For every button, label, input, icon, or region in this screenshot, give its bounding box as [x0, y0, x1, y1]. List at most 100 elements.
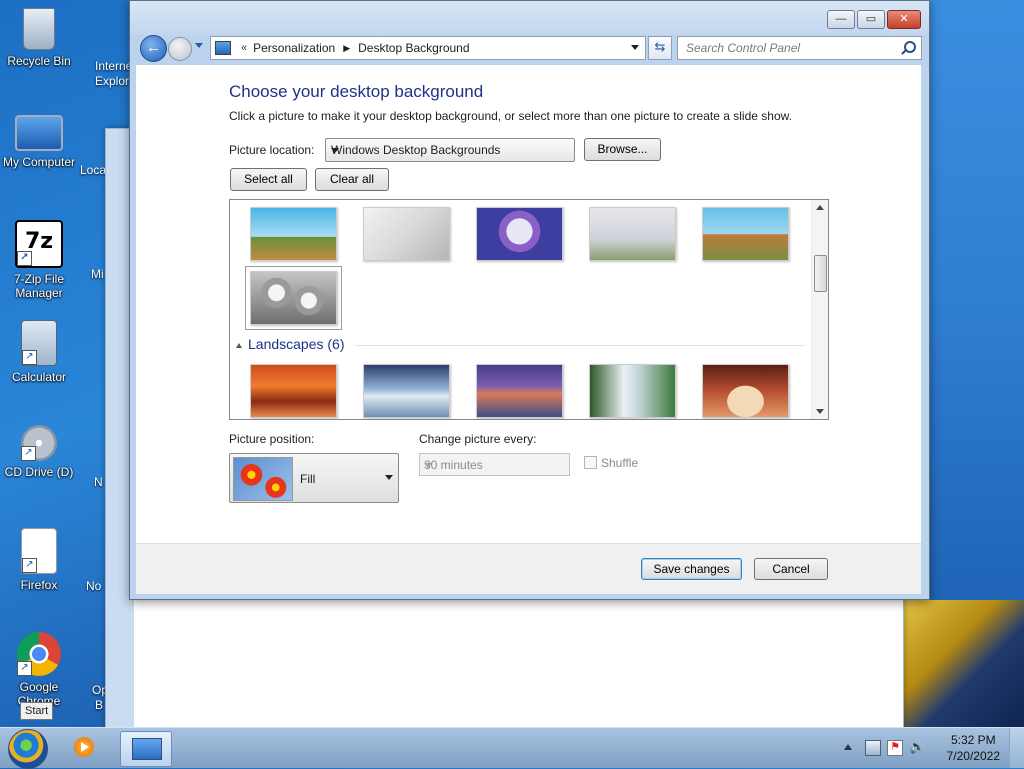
wallpaper-thumbnail[interactable]: [363, 364, 450, 418]
navigation-bar: ← « Personalization ▶ Desktop Background…: [138, 35, 922, 62]
action-center-icon[interactable]: ⚑: [887, 740, 903, 756]
save-changes-button[interactable]: Save changes: [641, 558, 742, 580]
system-tray: ⚑ 🔊 5:32 PM 7/20/2022: [839, 728, 1024, 768]
shortcut-arrow-icon: ↗: [22, 558, 37, 573]
position-preview-image: [233, 457, 293, 501]
group-header-landscapes[interactable]: Landscapes (6): [236, 336, 345, 352]
browse-button[interactable]: Browse...: [584, 138, 661, 161]
volume-icon[interactable]: 🔊: [909, 740, 925, 754]
firefox-icon: ↗: [21, 528, 57, 574]
taskbar-control-panel[interactable]: [120, 731, 172, 767]
system-clock[interactable]: 5:32 PM 7/20/2022: [947, 732, 1000, 764]
wallpaper-thumbnail[interactable]: [476, 364, 563, 418]
breadcrumb-overflow[interactable]: «: [241, 42, 247, 54]
desktop-icon-calculator[interactable]: ↗ Calculator: [0, 320, 78, 384]
search-icon[interactable]: [904, 41, 916, 53]
picture-position-select[interactable]: Fill: [229, 453, 399, 503]
network-icon[interactable]: [865, 740, 881, 756]
desktop-icon-chrome[interactable]: ↗ Google Chrome: [0, 632, 78, 708]
search-placeholder: Search Control Panel: [686, 41, 801, 55]
wallpaper-thumbnail[interactable]: [702, 364, 789, 418]
desktop-icon-partial[interactable]: Loca: [80, 163, 106, 177]
scroll-down-icon[interactable]: [816, 409, 824, 414]
shortcut-arrow-icon: ↗: [22, 350, 37, 365]
clock-date: 7/20/2022: [946, 749, 1000, 763]
gallery-scrollbar[interactable]: [811, 200, 828, 419]
computer-icon: [15, 115, 63, 151]
shuffle-checkbox[interactable]: Shuffle: [584, 456, 638, 470]
show-hidden-icons-icon[interactable]: [844, 744, 852, 750]
desktop-wallpaper-right: [929, 0, 1024, 600]
chevron-down-icon: [331, 148, 339, 153]
breadcrumb-desktop-background[interactable]: Desktop Background: [358, 41, 469, 55]
back-button[interactable]: ←: [140, 35, 167, 62]
wallpaper-thumbnail[interactable]: [250, 207, 337, 261]
desktop-icon-label: CD Drive (D): [4, 465, 74, 479]
change-picture-select[interactable]: 30 minutes: [419, 453, 570, 476]
desktop-icon-7zip[interactable]: 7z ↗ 7-Zip File Manager: [0, 220, 78, 300]
calculator-icon: ↗: [21, 320, 57, 366]
scrollbar-thumb[interactable]: [814, 255, 827, 292]
7zip-icon: 7z ↗: [15, 220, 63, 268]
desktop-icon-label: Firefox: [20, 578, 58, 592]
shuffle-label: Shuffle: [601, 456, 639, 470]
wallpaper-thumbnail-selected[interactable]: [245, 266, 342, 330]
page-subtitle: Click a picture to make it your desktop …: [229, 109, 792, 123]
cd-drive-icon: ↗: [21, 425, 57, 461]
chevron-down-icon: [385, 475, 393, 480]
desktop-icon-partial[interactable]: Interne: [95, 59, 132, 73]
desktop-icon-partial[interactable]: Mi: [91, 267, 104, 281]
change-picture-label: Change picture every:: [419, 432, 537, 446]
control-panel-icon: [215, 41, 231, 55]
desktop-icon-partial[interactable]: B: [95, 698, 103, 712]
wallpaper-thumbnail[interactable]: [476, 207, 563, 261]
search-input[interactable]: Search Control Panel: [677, 36, 922, 60]
desktop-icon-cd-drive[interactable]: ↗ CD Drive (D): [0, 425, 78, 479]
picture-location-label: Picture location:: [229, 143, 315, 157]
wallpaper-thumbnail[interactable]: [250, 364, 337, 418]
select-all-button[interactable]: Select all: [230, 168, 307, 191]
desktop-icon-recycle-bin[interactable]: Recycle Bin: [0, 8, 78, 68]
wallpaper-thumbnail[interactable]: [363, 207, 450, 261]
address-bar[interactable]: « Personalization ▶ Desktop Background: [210, 36, 646, 60]
page-title: Choose your desktop background: [229, 82, 484, 101]
maximize-button[interactable]: ▭: [857, 10, 885, 29]
address-dropdown-icon[interactable]: [631, 45, 639, 50]
wallpaper-thumbnail[interactable]: [589, 207, 676, 261]
start-button[interactable]: [8, 729, 48, 769]
desktop-icon-partial[interactable]: N: [94, 475, 103, 489]
desktop-icon-partial[interactable]: No: [86, 579, 101, 593]
scroll-up-icon[interactable]: [816, 205, 824, 210]
checkbox-icon[interactable]: [584, 456, 597, 469]
desktop-icon-label: My Computer: [2, 155, 76, 169]
cancel-button[interactable]: Cancel: [754, 558, 828, 580]
breadcrumb-separator-icon[interactable]: ▶: [343, 43, 350, 54]
close-button[interactable]: ✕: [887, 10, 921, 29]
minimize-button[interactable]: —: [827, 10, 855, 29]
content-area: Choose your desktop background Click a p…: [136, 65, 921, 543]
desktop-icon-partial[interactable]: Explor: [95, 74, 129, 88]
refresh-button[interactable]: ⇆: [648, 36, 672, 60]
picture-position-value: Fill: [300, 472, 316, 486]
recycle-bin-icon: [23, 8, 55, 50]
desktop-icon-my-computer[interactable]: My Computer: [0, 115, 78, 169]
clear-all-button[interactable]: Clear all: [315, 168, 389, 191]
change-picture-value: 30 minutes: [424, 458, 483, 472]
group-title: Landscapes (6): [248, 336, 345, 352]
show-desktop-button[interactable]: [1009, 728, 1024, 768]
desktop-wallpaper-corner: [894, 600, 1024, 730]
wallpaper-thumbnail[interactable]: [589, 364, 676, 418]
breadcrumb-personalization[interactable]: Personalization: [253, 41, 335, 55]
title-bar[interactable]: — ▭ ✕: [130, 1, 929, 35]
desktop-background-window[interactable]: — ▭ ✕ ← « Personalization ▶ Desktop Back…: [129, 0, 930, 600]
picture-location-select[interactable]: Windows Desktop Backgrounds: [325, 138, 575, 162]
recent-pages-dropdown[interactable]: [195, 43, 203, 48]
desktop-icon-firefox[interactable]: ↗ Firefox: [0, 528, 78, 592]
forward-button[interactable]: [168, 37, 192, 61]
start-tooltip: Start: [20, 702, 54, 720]
taskbar-media-player[interactable]: [66, 731, 104, 765]
picture-location-value: Windows Desktop Backgrounds: [331, 143, 501, 157]
wallpaper-gallery[interactable]: Landscapes (6): [229, 199, 829, 420]
wallpaper-thumbnail[interactable]: [702, 207, 789, 261]
shortcut-arrow-icon: ↗: [17, 661, 32, 676]
